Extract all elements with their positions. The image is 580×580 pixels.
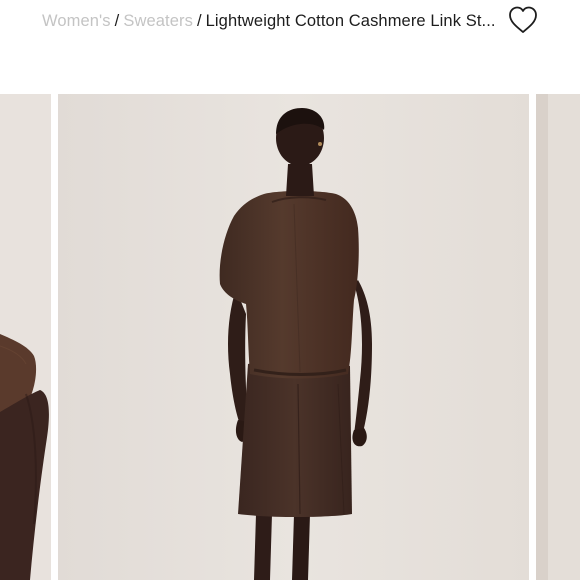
breadcrumb-current-product: Lightweight Cotton Cashmere Link St... — [205, 12, 496, 30]
product-photo-next — [536, 94, 580, 580]
breadcrumb-separator: / — [196, 12, 202, 30]
breadcrumb-link-womens[interactable]: Women's — [42, 12, 111, 30]
breadcrumb: Women's / Sweaters / Lightweight Cotton Cash… — [42, 8, 502, 35]
wishlist-button[interactable] — [506, 4, 540, 36]
gallery-slide-next[interactable] — [536, 94, 580, 580]
breadcrumb-link-sweaters[interactable]: Sweaters — [123, 12, 193, 30]
gallery-slide-previous[interactable] — [0, 94, 51, 580]
product-photo-main — [58, 94, 529, 580]
gallery-slide-current[interactable] — [58, 94, 529, 580]
product-photo-previous — [0, 94, 51, 580]
breadcrumb-separator: / — [114, 12, 120, 30]
product-image-gallery[interactable] — [0, 94, 580, 580]
product-page: Women's / Sweaters / Lightweight Cotton Cash… — [0, 0, 580, 580]
heart-outline-icon — [509, 6, 537, 33]
